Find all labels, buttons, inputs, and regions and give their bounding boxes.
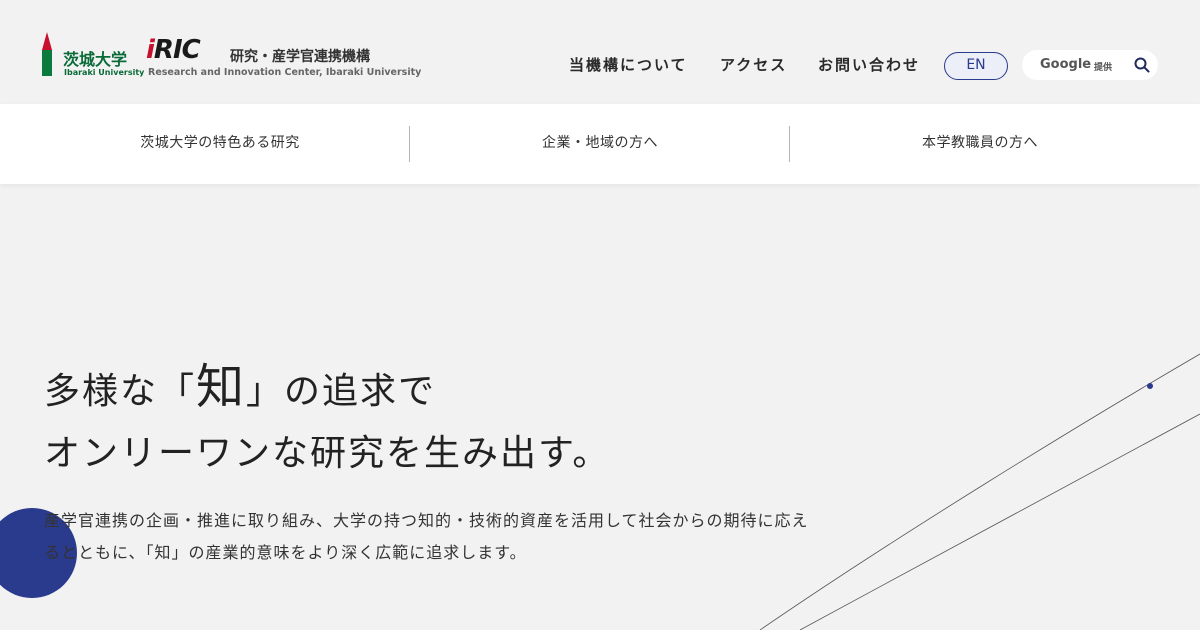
logo-flag-green-shape xyxy=(42,50,52,76)
subnav-link-featured-research[interactable]: 茨城大学の特色ある研究 xyxy=(30,104,410,184)
subnav-divider xyxy=(409,126,410,162)
iric-logo-mark-rest: RIC xyxy=(153,35,201,65)
hero-headline-part: 」の追求で xyxy=(246,371,437,412)
nav-link-about[interactable]: 当機構について xyxy=(569,54,688,76)
site-search-box: Google 提供 xyxy=(1022,50,1158,80)
site-header: 茨城大学 Ibaraki University iRIC 研究・産学官連携機構 … xyxy=(0,0,1200,104)
iric-logo-en-text: Research and Innovation Center, Ibaraki … xyxy=(148,67,422,78)
hero-description: 産学官連携の企画・推進に取り組み、大学の持つ知的・技術的資産を活用して社会からの… xyxy=(44,511,809,562)
decorative-curve-line xyxy=(759,353,1200,630)
decorative-small-dot xyxy=(1147,383,1153,389)
ibaraki-university-logo[interactable]: 茨城大学 Ibaraki University xyxy=(40,28,144,80)
hero-headline-line2: オンリーワンな研究を生み出す。 xyxy=(44,433,611,474)
logo-flag-red-shape xyxy=(42,32,52,50)
subnav-link-companies-region[interactable]: 企業・地域の方へ xyxy=(410,104,790,184)
ibaraki-logo-jp-text: 茨城大学 xyxy=(63,50,128,69)
nav-link-access[interactable]: アクセス xyxy=(720,54,787,76)
iric-logo-mark: iRIC xyxy=(146,35,201,65)
nav-link-contact[interactable]: お問い合わせ xyxy=(818,54,920,76)
subnav-link-faculty-staff[interactable]: 本学教職員の方へ xyxy=(790,104,1170,184)
hero-headline-part: 多様な「 xyxy=(44,371,197,412)
decorative-curve-line xyxy=(799,413,1200,630)
subnav-divider xyxy=(789,126,790,162)
hero-headline-emphasis: 知 xyxy=(196,359,247,415)
iric-logo[interactable]: iRIC 研究・産学官連携機構 Research and Innovation … xyxy=(146,35,421,82)
ibaraki-logo-en-text: Ibaraki University xyxy=(64,68,145,77)
iric-logo-jp-text: 研究・産学官連携機構 xyxy=(230,49,370,65)
search-icon[interactable] xyxy=(1134,57,1150,73)
hero-headline-line1: 多様な「知」の追求で xyxy=(44,357,436,422)
secondary-navigation: 茨城大学の特色ある研究 企業・地域の方へ 本学教職員の方へ xyxy=(0,104,1200,184)
search-input[interactable] xyxy=(1022,50,1128,80)
language-english-button[interactable]: EN xyxy=(944,52,1008,80)
